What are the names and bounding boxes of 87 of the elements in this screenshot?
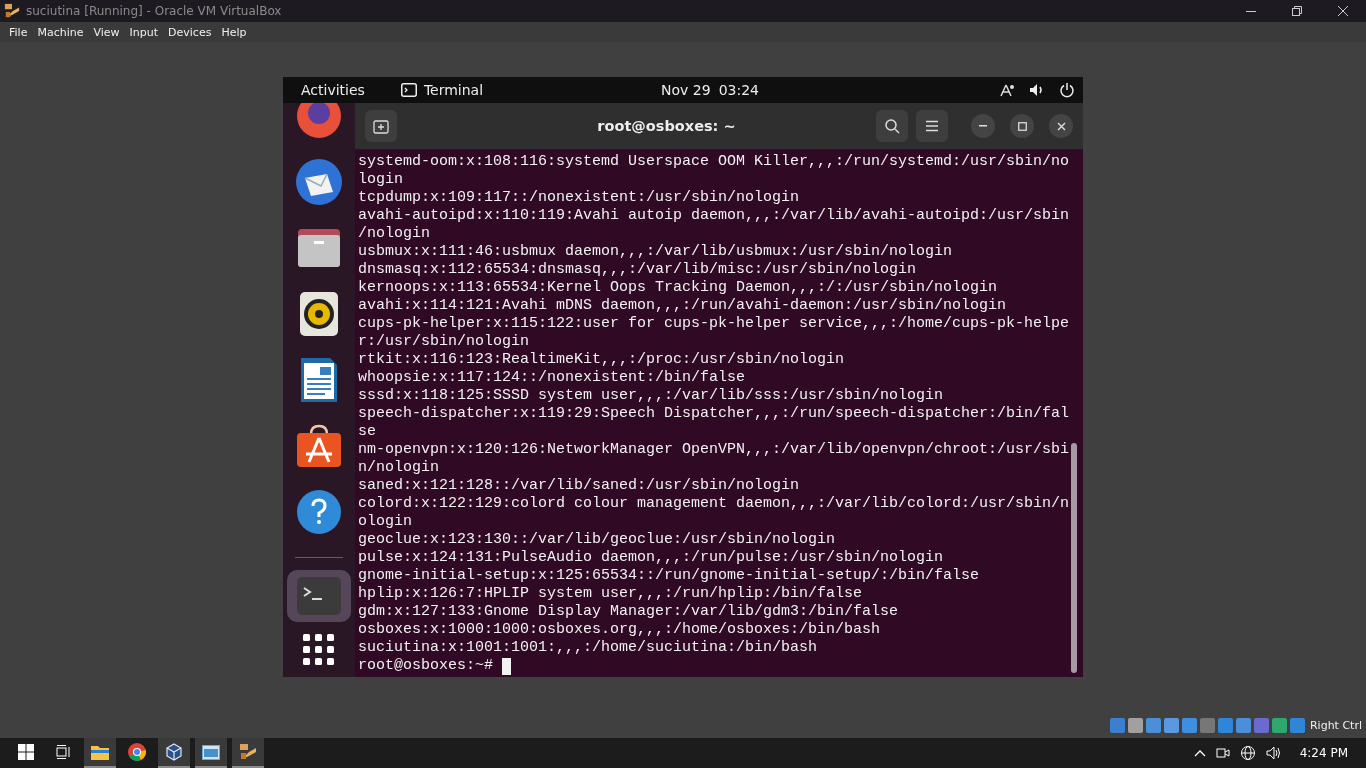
virtual-machine-icon <box>239 743 257 761</box>
envelope-app-icon <box>295 158 343 206</box>
close-button[interactable] <box>1049 114 1073 138</box>
cube-icon <box>166 743 182 761</box>
terminal-line: colord:x:122:129:colord colour management daemon,,,:/var/lib/colord:/usr/sbin/n <box>358 495 1071 513</box>
minimize-icon <box>979 125 987 127</box>
new-tab-button[interactable] <box>365 110 397 142</box>
terminal-line: r:/usr/sbin/nologin <box>358 333 531 351</box>
camera-icon <box>1215 746 1230 760</box>
terminal-line: tcpdump:x:109:117::/nonexistent:/usr/sbin/nologin <box>358 189 801 207</box>
close-icon <box>1338 6 1348 16</box>
terminal-line: n/nologin <box>358 459 440 477</box>
terminal-line: kernoops:x:113:65534:Kernel Oops Tracking Daemon,,,:/:/usr/sbin/nologin <box>358 279 999 297</box>
terminal-line: sssd:x:118:125:SSSD system user,,,:/var/lib/sss:/usr/sbin/nologin <box>358 387 945 405</box>
taskbar-app[interactable] <box>232 738 264 768</box>
scrollbar-thumb[interactable] <box>1071 443 1077 673</box>
terminal-line: dnsmasq:x:112:65534:dnsmasq,,,:/var/lib/misc:/usr/sbin/nologin <box>358 261 918 279</box>
power-icon <box>1059 82 1075 98</box>
menu-item[interactable]: Machine <box>32 22 89 42</box>
terminal-icon <box>400 83 417 97</box>
terminal-line: cups-pk-helper:x:115:122:user for cups-pk-helper service,,,:/home/cups-pk-helpe <box>358 315 1071 333</box>
menu-item[interactable]: View <box>88 22 125 42</box>
menu-item[interactable]: Devices <box>163 22 217 42</box>
search-icon <box>884 118 900 134</box>
task-view-icon <box>55 744 71 760</box>
terminal-line: login <box>358 171 404 189</box>
restore-icon <box>1292 6 1302 16</box>
terminal-line: osboxes:x:1000:1000:osboxes.org,,,:/home/osboxes:/bin/bash <box>358 621 882 639</box>
terminal-line: gnome-initial-setup:x:125:65534::/run/gnome-initial-setup/:/bin/false <box>358 567 981 585</box>
terminal-line: rtkit:x:116:123:RealtimeKit,,,:/proc:/usr/sbin/nologin <box>358 351 846 369</box>
taskbar-app[interactable] <box>195 738 227 768</box>
taskbar-app[interactable] <box>84 738 116 768</box>
app-grid-icon <box>303 634 335 666</box>
menu-icon <box>925 120 939 132</box>
terminal-line: hplip:x:126:7:HPLIP system user,,,:/run/hplip:/bin/false <box>358 585 864 603</box>
minimize-button[interactable] <box>971 114 995 138</box>
folder-app-icon <box>296 227 342 269</box>
terminal-line: suciutina:x:1001:1001:,,,:/home/suciutina:/bin/bash <box>358 639 819 657</box>
volume-icon <box>1265 745 1282 761</box>
globe-app-icon <box>296 103 342 139</box>
document-app-icon <box>300 357 338 403</box>
terminal-line: geoclue:x:123:130::/var/lib/geoclue:/usr/sbin/nologin <box>358 531 837 549</box>
new-tab-icon <box>373 118 389 134</box>
menu-item[interactable]: Help <box>216 22 252 42</box>
terminal-line: usbmux:x:111:46:usbmux daemon,,,:/var/lib/usbmux:/usr/sbin/nologin <box>358 243 954 261</box>
terminal-line: speech-dispatcher:x:119:29:Speech Dispatcher,,,:/run/speech-dispatcher:/bin/fal <box>358 405 1071 423</box>
terminal-line: /nologin <box>358 225 431 243</box>
terminal-line: systemd-oom:x:108:116:systemd Userspace OOM Killer,,,:/run/systemd:/usr/sbin/no <box>358 153 1071 171</box>
window-icon <box>202 744 220 760</box>
terminal-line: saned:x:121:128::/var/lib/saned:/usr/sbin/nologin <box>358 477 801 495</box>
app-menu[interactable]: Terminal <box>400 82 484 98</box>
terminal-title: root@osboxes: ~ <box>596 118 737 134</box>
terminal-app-icon <box>296 576 342 616</box>
shopping-bag-icon <box>296 424 342 468</box>
folder-icon <box>91 744 109 760</box>
globe-icon <box>1239 745 1256 761</box>
host-key-label: Right Ctrl <box>1309 718 1362 732</box>
terminal-line: ologin <box>358 513 413 531</box>
terminal-line: avahi-autoipd:x:110:119:Avahi autoip daemon,,,:/var/lib/avahi-autoipd:/usr/sbin <box>358 207 1071 225</box>
terminal-line: gdm:x:127:133:Gnome Display Manager:/var/lib/gdm3:/bin/false <box>358 603 900 621</box>
close-icon <box>1056 121 1066 131</box>
help-icon <box>296 489 342 535</box>
text-cursor <box>502 657 512 675</box>
date-time[interactable]: Nov 29 03:24 <box>661 82 759 98</box>
menu-item[interactable]: Input <box>124 22 164 42</box>
terminal-line: nm-openvpn:x:120:126:NetworkManager OpenVPN,,,:/var/lib/openvpn/chroot:/usr/sbi <box>358 441 1071 459</box>
terminal-line: avahi:x:114:121:Avahi mDNS daemon,,,:/run/avahi-daemon:/usr/sbin/nologin <box>358 297 1008 315</box>
menu-button[interactable] <box>916 110 948 142</box>
shell-prompt: root@osboxes:~# <box>358 657 494 675</box>
speaker-app-icon <box>299 291 339 337</box>
taskbar-clock[interactable]: 4:24 PM <box>1299 746 1348 760</box>
window-title: suciutina [Running] - Oracle VM VirtualBox <box>26 4 283 18</box>
chrome-icon <box>128 743 146 761</box>
chevron-up-icon <box>1193 749 1206 757</box>
search-button[interactable] <box>876 110 908 142</box>
menu-item[interactable]: File <box>4 22 33 42</box>
minimize-icon <box>1246 10 1256 12</box>
windows-logo-icon <box>18 744 34 760</box>
terminal-line: se <box>358 423 377 441</box>
taskbar-app[interactable] <box>158 738 190 768</box>
activities-button[interactable]: Activities <box>301 82 365 98</box>
terminal-line: pulse:x:124:131:PulseAudio daemon,,,:/run/pulse:/usr/sbin/nologin <box>358 549 945 567</box>
volume-icon <box>1029 82 1045 98</box>
terminal-line: whoopsie:x:117:124::/nonexistent:/bin/false <box>358 369 747 387</box>
maximize-icon <box>1017 121 1027 131</box>
maximize-button[interactable] <box>1010 114 1034 138</box>
virtual-machine-icon <box>4 3 20 19</box>
